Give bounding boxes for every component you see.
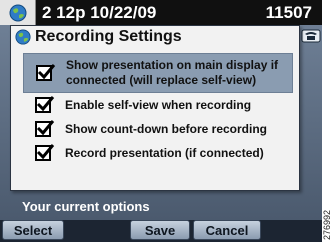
globe-icon [9,4,26,21]
option-show-countdown[interactable]: Show count-down before recording [23,117,293,141]
save-button[interactable]: Save [130,220,190,240]
phone-handset-icon [301,29,321,43]
checkbox-checked-icon[interactable] [35,96,55,113]
status-extension: 11507 [265,2,312,22]
recording-settings-dialog: Recording Settings Show presentation on … [10,25,300,191]
option-label: Enable self-view when recording [65,97,252,112]
checkbox-checked-icon[interactable] [36,64,56,81]
globe-icon [15,29,31,45]
select-button[interactable]: Select [2,220,64,240]
home-tab[interactable] [0,0,36,25]
checkbox-checked-icon[interactable] [35,120,55,137]
dialog-title: Recording Settings [35,28,182,45]
status-datetime: 2 12p 10/22/09 [42,2,157,22]
hint-text: Your current options [22,199,150,214]
option-record-presentation[interactable]: Record presentation (if connected) [23,141,293,165]
option-label: Show count-down before recording [65,121,267,136]
option-label: Record presentation (if connected) [65,145,264,160]
cancel-button[interactable]: Cancel [193,220,261,240]
option-label: Show presentation on main display if con… [66,58,279,87]
checkbox-checked-icon[interactable] [35,144,55,161]
options-list: Show presentation on main display if con… [23,53,293,165]
option-show-presentation[interactable]: Show presentation on main display if con… [23,53,293,93]
option-enable-self-view[interactable]: Enable self-view when recording [23,93,293,117]
dialog-header: Recording Settings [11,26,299,48]
figure-id: 276992 [322,182,333,242]
status-bar: 2 12p 10/22/09 11507 [0,0,322,25]
